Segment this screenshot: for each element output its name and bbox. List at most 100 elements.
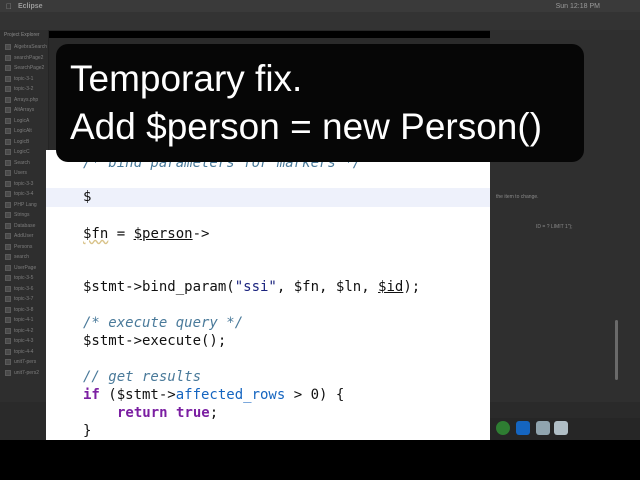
explorer-item[interactable]: search	[0, 252, 48, 263]
explorer-item[interactable]: LogicA	[0, 116, 48, 127]
pane-query-text: ID = ? LIMIT 1");	[536, 224, 573, 230]
explorer-item-label: AlgebraSearch	[14, 44, 48, 51]
explorer-item[interactable]: SearchPage2	[0, 63, 48, 74]
explorer-item[interactable]: topic-3-7	[0, 294, 48, 305]
explorer-item[interactable]: unit7-pers2	[0, 368, 48, 379]
explorer-item-label: topic-3-8	[14, 306, 34, 313]
code-punct: ,	[361, 279, 379, 295]
mac-menubar:  Eclipse Sun 12:18 PM	[0, 0, 640, 12]
folder-icon	[5, 285, 11, 292]
explorer-item[interactable]: topic-3-4	[0, 189, 48, 200]
explorer-item[interactable]: Database	[0, 221, 48, 232]
code-line: // get results	[46, 368, 490, 387]
explorer-item[interactable]: topic-3-3	[0, 179, 48, 190]
folder-icon	[5, 338, 11, 345]
code-text: > 0) {	[285, 387, 345, 403]
code-brace: }	[83, 423, 92, 439]
explorer-item[interactable]: topic-3-5	[0, 273, 48, 284]
explorer-item[interactable]: LogicAlt	[0, 126, 48, 137]
code-line: if ($stmt->affected_rows > 0) {	[46, 386, 490, 405]
explorer-item[interactable]: topic-4-3	[0, 336, 48, 347]
explorer-item[interactable]: topic-4-2	[0, 326, 48, 337]
code-string: "ssi"	[234, 279, 277, 295]
explorer-item[interactable]: PHP Lang	[0, 200, 48, 211]
explorer-item-label: topic-4-4	[14, 348, 34, 355]
explorer-item[interactable]: UserPage	[0, 263, 48, 274]
dock-app-icon[interactable]	[516, 421, 530, 435]
explorer-item[interactable]: topic-3-6	[0, 284, 48, 295]
code-call: $stmt->execute();	[83, 333, 227, 349]
explorer-item[interactable]: Strings	[0, 210, 48, 221]
explorer-item-label: Search	[14, 159, 30, 166]
code-keyword: true	[176, 405, 210, 421]
explorer-item[interactable]: topic-3-1	[0, 74, 48, 85]
explorer-item-label: topic-4-3	[14, 338, 34, 345]
folder-icon	[5, 128, 11, 135]
code-operator: =	[108, 226, 134, 242]
explorer-item-label: Users	[14, 170, 28, 177]
folder-icon	[5, 191, 11, 198]
explorer-item[interactable]: searchPage2	[0, 53, 48, 64]
folder-icon	[5, 243, 11, 250]
explorer-item[interactable]: Arrays.php	[0, 95, 48, 106]
code-editor[interactable]: /* bind parameters for markers */ $ $fn …	[46, 150, 490, 440]
folder-icon	[5, 159, 11, 166]
folder-icon	[5, 264, 11, 271]
explorer-item[interactable]: Search	[0, 158, 48, 169]
code-punct: ,	[319, 279, 336, 295]
explorer-item-label: topic-3-1	[14, 75, 34, 82]
explorer-item-label: LogicC	[14, 149, 30, 156]
code-variable: $person	[133, 226, 193, 242]
dock-folder-icon[interactable]	[536, 421, 550, 435]
folder-icon	[5, 180, 11, 187]
code-comment: /* execute query */	[83, 315, 244, 331]
explorer-item-label: topic-4-1	[14, 317, 34, 324]
apple-icon[interactable]: 	[6, 2, 12, 11]
pane-hint-text: the item to change.	[496, 194, 539, 200]
folder-icon	[5, 348, 11, 355]
code-variable: $fn	[83, 226, 109, 242]
folder-icon	[5, 96, 11, 103]
explorer-item[interactable]: topic-3-8	[0, 305, 48, 316]
explorer-item[interactable]: AddUser	[0, 231, 48, 242]
folder-icon	[5, 75, 11, 82]
code-field: affected_rows	[175, 387, 286, 403]
explorer-item[interactable]: topic-3-2	[0, 84, 48, 95]
menubar-app-name[interactable]: Eclipse	[18, 3, 43, 10]
code-line: /* execute query */	[46, 314, 490, 333]
explorer-item[interactable]: LogicC	[0, 147, 48, 158]
explorer-item[interactable]: topic-4-1	[0, 315, 48, 326]
folder-icon	[5, 201, 11, 208]
explorer-item[interactable]: topic-4-4	[0, 347, 48, 358]
explorer-item[interactable]: Persons	[0, 242, 48, 253]
explorer-item[interactable]: AlgebraSearch	[0, 42, 48, 53]
explorer-item-label: AddUser	[14, 233, 34, 240]
explorer-item[interactable]: AltArrays	[0, 105, 48, 116]
folder-icon	[5, 117, 11, 124]
code-line-current[interactable]: $	[46, 188, 490, 207]
explorer-item-label: topic-3-4	[14, 191, 34, 198]
dock-trash-icon[interactable]	[554, 421, 568, 435]
explorer-item[interactable]: Users	[0, 168, 48, 179]
code-variable: $id	[378, 279, 404, 295]
dock-app-icon[interactable]	[496, 421, 510, 435]
explorer-item-label: topic-3-7	[14, 296, 34, 303]
folder-icon	[5, 138, 11, 145]
explorer-item-label: unit7-pers2	[14, 369, 40, 376]
folder-icon	[5, 254, 11, 261]
explorer-item-label: LogicAlt	[14, 128, 32, 135]
explorer-item[interactable]: unit7-pers	[0, 357, 48, 368]
code-line: $fn = $person->	[46, 225, 490, 244]
explorer-item-label: LogicB	[14, 138, 30, 145]
code-line: $stmt->execute();	[46, 332, 490, 351]
code-operator: ->	[192, 226, 210, 242]
folder-icon	[5, 296, 11, 303]
explorer-item[interactable]: LogicB	[0, 137, 48, 148]
explorer-item-label: SearchPage2	[14, 65, 45, 72]
project-explorer-title: Project Explorer	[4, 32, 40, 38]
pane-scrollbar[interactable]	[615, 320, 618, 380]
explorer-item-label: topic-3-5	[14, 275, 34, 282]
explorer-item-label: AltArrays	[14, 107, 35, 114]
explorer-item-label: topic-3-2	[14, 86, 34, 93]
explorer-item-label: UserPage	[14, 264, 37, 271]
